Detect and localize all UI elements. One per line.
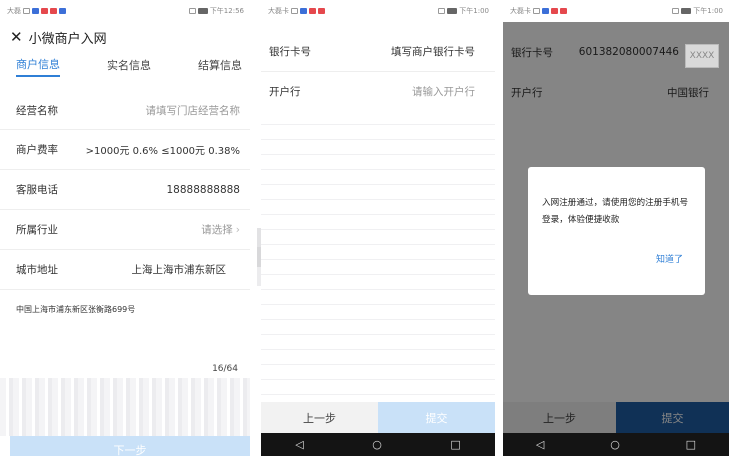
success-dialog: 入网注册通过，请使用您的注册手机号登录，体验便捷收款 知道了 (528, 167, 705, 295)
char-counter: 16/64 (212, 364, 238, 374)
back-icon[interactable]: ◁ (295, 438, 303, 451)
status-bar: 大磊 下午12:56 (0, 0, 250, 22)
home-icon[interactable]: ○ (372, 438, 382, 451)
status-bar: 大磊卡 下午1:00 (261, 0, 495, 22)
recent-apps-icon[interactable]: □ (450, 438, 460, 451)
phone-screen-merchant-info: 大磊 下午12:56 ✕ 小微商户入网 商户信息 实名信息 结算信息 经营名称 … (0, 0, 250, 456)
form-row-industry[interactable]: 所属行业 请选择 › (0, 210, 250, 250)
form-row-city-address[interactable]: 城市地址 上海上海市浦东新区 (0, 250, 250, 290)
field-label: 银行卡号 (269, 46, 311, 58)
close-icon[interactable]: ✕ (10, 29, 23, 45)
signal-icon (438, 8, 446, 14)
battery-icon (447, 8, 458, 14)
status-time: 下午1:00 (459, 7, 489, 15)
android-nav-bar: ◁ ○ □ (261, 433, 495, 456)
app-notification-icon (59, 8, 66, 14)
form-row-bank-branch[interactable]: 开户行 请输入开户行 (261, 72, 495, 112)
bank-branch-input[interactable]: 请输入开户行 (412, 84, 475, 99)
app-notification-icon (32, 8, 39, 14)
submit-button[interactable]: 提交 (378, 402, 495, 433)
form-row-merchant-rate: 商户费率 >1000元 0.6% ≤1000元 0.38% (0, 130, 250, 170)
tab-bar: 商户信息 实名信息 结算信息 (0, 52, 250, 80)
battery-icon (197, 8, 208, 14)
field-label: 所属行业 (16, 224, 58, 236)
app-notification-icon (309, 8, 316, 14)
status-bar: 大磊卡 下午1:00 (503, 0, 729, 22)
action-bar: 上一步 提交 (261, 402, 495, 433)
service-phone-input[interactable]: 18888888888 (167, 184, 241, 196)
chevron-right-icon: › (235, 224, 240, 236)
app-notification-icon (50, 8, 57, 14)
signal-icon (188, 8, 196, 14)
form-row-business-name[interactable]: 经营名称 请填写门店经营名称 (0, 92, 250, 130)
recent-apps-icon[interactable]: □ (686, 438, 696, 451)
field-label: 城市地址 (16, 264, 58, 276)
app-notification-icon (560, 8, 567, 14)
app-notification-icon (542, 8, 549, 14)
dialog-ok-button[interactable]: 知道了 (656, 252, 683, 265)
status-time: 下午12:56 (209, 7, 244, 15)
field-label: 商户费率 (16, 144, 58, 156)
carrier-label: 大磊卡 (268, 7, 289, 15)
blurred-area (0, 378, 250, 436)
bank-card-input[interactable]: 填写商户银行卡号 (391, 44, 475, 59)
signal-icon (672, 8, 680, 14)
phone-screen-registration-success: 大磊卡 下午1:00 银行卡号 601382080007446 开户行 中国银行… (503, 0, 729, 456)
page-title: 小微商户入网 (28, 31, 107, 47)
sim-icon (533, 8, 540, 14)
home-icon[interactable]: ○ (610, 438, 620, 451)
detail-address-input[interactable]: 中国上海市浦东新区张衡路699号 (0, 304, 250, 315)
carrier-label: 大磊卡 (510, 7, 531, 15)
blurred-area (261, 110, 495, 400)
tab-settlement-info[interactable]: 结算信息 (198, 57, 242, 76)
title-bar: ✕ 小微商户入网 (0, 22, 250, 52)
status-time: 下午1:00 (693, 7, 723, 15)
city-address-select[interactable]: 上海上海市浦东新区 (132, 262, 227, 277)
battery-icon (681, 8, 692, 14)
prev-step-button[interactable]: 上一步 (261, 402, 378, 433)
back-icon[interactable]: ◁ (536, 438, 544, 451)
field-label: 经营名称 (16, 105, 58, 117)
merchant-rate-value: >1000元 0.6% ≤1000元 0.38% (85, 146, 240, 157)
sim-icon (291, 8, 298, 14)
form-row-service-phone[interactable]: 客服电话 18888888888 (0, 170, 250, 210)
phone-screen-bank-info: 大磊卡 下午1:00 银行卡号 填写商户银行卡号 开户行 请输入开户行 上一步 … (261, 0, 495, 456)
app-notification-icon (41, 8, 48, 14)
app-notification-icon (300, 8, 307, 14)
field-label: 客服电话 (16, 184, 58, 196)
tab-realname-info[interactable]: 实名信息 (107, 57, 151, 76)
tab-merchant-info[interactable]: 商户信息 (16, 56, 60, 77)
masked-box: XXXX (685, 44, 719, 68)
dialog-message: 入网注册通过，请使用您的注册手机号登录，体验便捷收款 (542, 198, 689, 225)
android-nav-bar: ◁ ○ □ (503, 433, 729, 456)
next-step-button[interactable]: 下一步 (10, 436, 250, 456)
form-row-bank-card[interactable]: 银行卡号 填写商户银行卡号 (261, 32, 495, 72)
carrier-label: 大磊 (7, 7, 21, 15)
sim-icon (23, 8, 30, 14)
app-notification-icon (551, 8, 558, 14)
business-name-input[interactable]: 请填写门店经营名称 (146, 103, 241, 118)
industry-select[interactable]: 请选择 (201, 224, 233, 236)
app-notification-icon (318, 8, 325, 14)
field-label: 开户行 (269, 86, 301, 98)
